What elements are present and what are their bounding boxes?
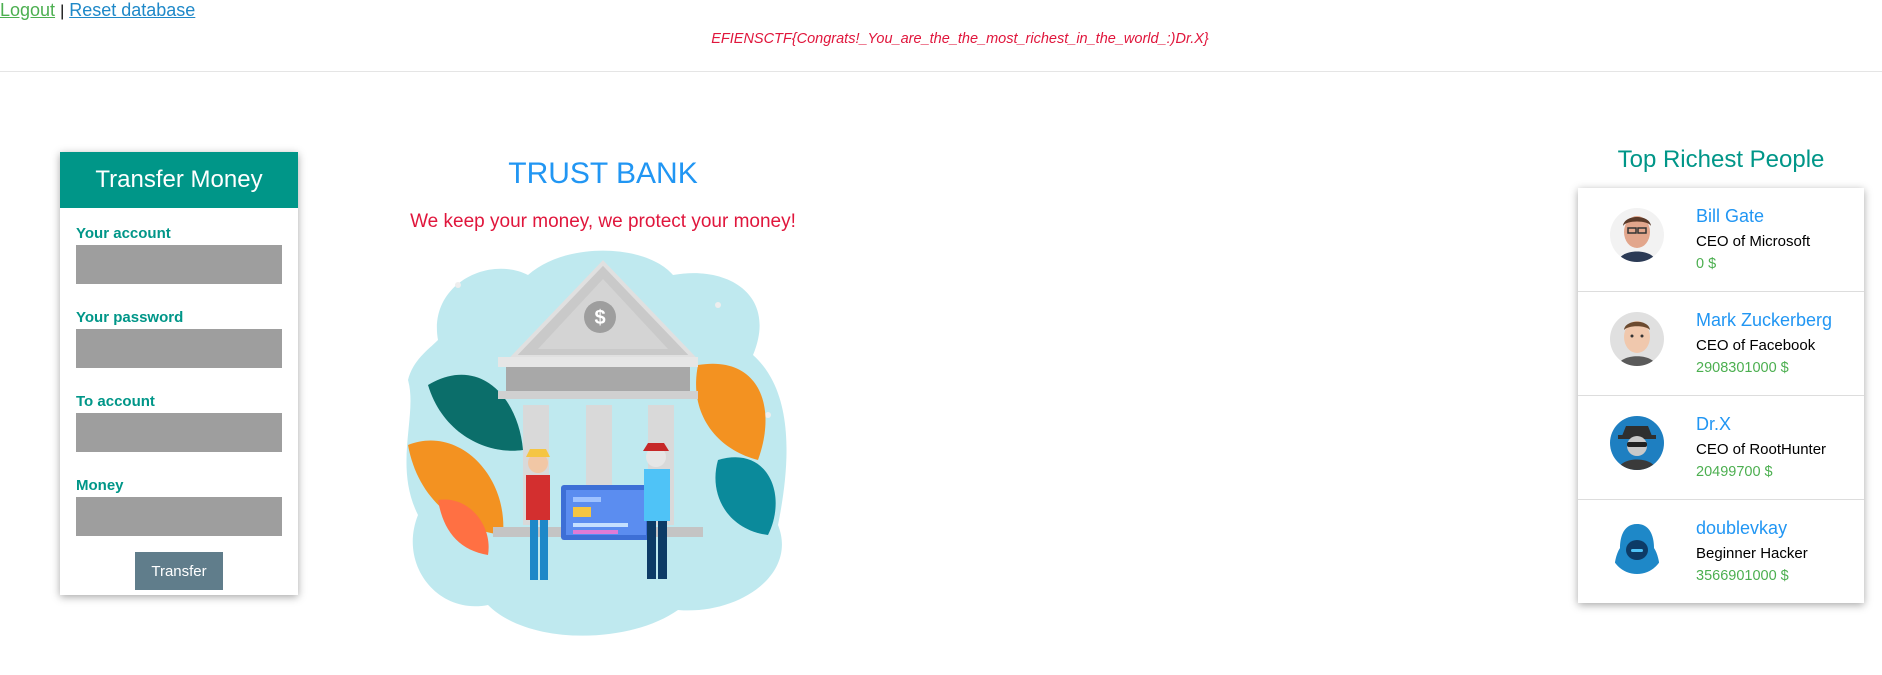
richest-title: Top Richest People — [1617, 146, 1825, 173]
your-account-input[interactable] — [76, 245, 282, 284]
person-money: 3566901000 $ — [1696, 568, 1789, 584]
nav-separator: | — [60, 3, 65, 20]
person-title: Beginner Hacker — [1696, 545, 1808, 562]
reset-database-link[interactable]: Reset database — [69, 0, 195, 20]
spy-avatar — [1610, 416, 1664, 470]
person-money: 2908301000 $ — [1696, 360, 1789, 376]
flag-message: EFIENSCTF{Congrats!_You_are_the_the_most… — [711, 31, 1209, 47]
to-account-input[interactable] — [76, 413, 282, 452]
person-title: CEO of Facebook — [1696, 337, 1816, 354]
bank-title: TRUST BANK — [508, 157, 698, 190]
bank-illustration: $ — [398, 245, 808, 650]
hooded-hacker-avatar — [1610, 520, 1664, 574]
money-input[interactable] — [76, 497, 282, 536]
person-name[interactable]: Bill Gate — [1696, 206, 1764, 227]
list-item: Dr.X CEO of RootHunter 20499700 $ — [1578, 396, 1864, 500]
person-title: CEO of Microsoft — [1696, 233, 1811, 250]
person-money: 20499700 $ — [1696, 464, 1773, 480]
list-item: doublevkay Beginner Hacker 3566901000 $ — [1578, 500, 1864, 603]
your-password-label: Your password — [76, 309, 184, 326]
transfer-button[interactable]: Transfer — [135, 552, 223, 590]
person-name[interactable]: Dr.X — [1696, 414, 1731, 435]
money-label: Money — [76, 477, 124, 494]
person-name[interactable]: doublevkay — [1696, 518, 1787, 539]
transfer-form: Your account Your password To account Mo… — [60, 208, 298, 590]
dollar-icon: $ — [594, 307, 605, 329]
bill-gate-avatar — [1610, 208, 1664, 262]
person-name[interactable]: Mark Zuckerberg — [1696, 310, 1832, 331]
list-item: Bill Gate CEO of Microsoft 0 $ — [1578, 188, 1864, 292]
logout-link[interactable]: Logout — [0, 0, 55, 20]
top-nav: Logout | Reset database — [0, 0, 195, 22]
list-item: Mark Zuckerberg CEO of Facebook 29083010… — [1578, 292, 1864, 396]
your-password-input[interactable] — [76, 329, 282, 368]
mark-zuckerberg-avatar — [1610, 312, 1664, 366]
richest-list: Bill Gate CEO of Microsoft 0 $ Mark Zuck… — [1578, 188, 1864, 603]
person-title: CEO of RootHunter — [1696, 441, 1827, 458]
to-account-label: To account — [76, 393, 155, 410]
header-divider — [0, 71, 1882, 72]
transfer-card-header: Transfer Money — [60, 152, 298, 208]
bank-slogan: We keep your money, we protect your mone… — [410, 211, 796, 232]
person-money: 0 $ — [1696, 256, 1717, 272]
transfer-card: Transfer Money Your account Your passwor… — [60, 152, 298, 595]
your-account-label: Your account — [76, 225, 171, 242]
